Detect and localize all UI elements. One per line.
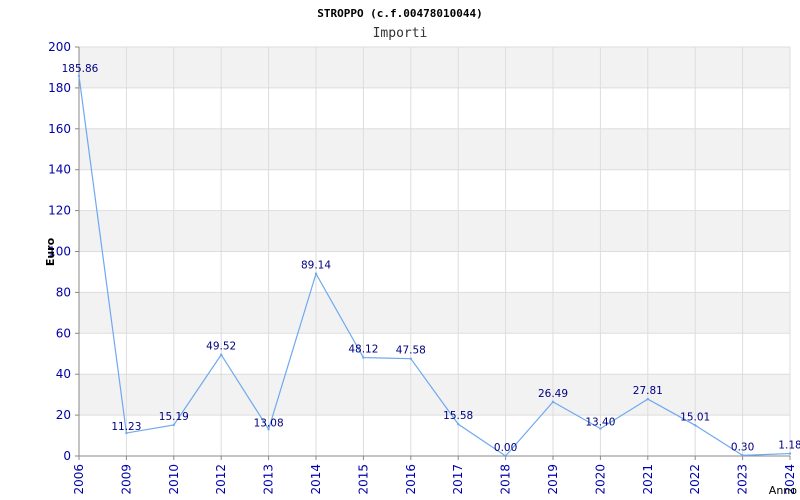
y-tick-label: 180 bbox=[48, 81, 71, 95]
line-chart: 020406080100120140160180200 2006 2009 2010… bbox=[44, 7, 800, 497]
grid-bands bbox=[79, 47, 790, 416]
x-tick-label: 2010 bbox=[167, 464, 181, 495]
y-axis-label: Euro bbox=[44, 237, 57, 266]
x-tick-label: 2013 bbox=[262, 464, 276, 495]
y-tick-label: 120 bbox=[48, 204, 71, 218]
x-tick-label: 2015 bbox=[356, 464, 370, 495]
data-label: 0.00 bbox=[494, 442, 517, 454]
data-label: 49.52 bbox=[206, 341, 236, 353]
chart-title: STROPPO (c.f.00478010044) bbox=[317, 7, 483, 20]
data-point bbox=[741, 454, 744, 457]
x-tick-label: 2019 bbox=[546, 464, 560, 495]
x-tick-label: 2023 bbox=[736, 464, 750, 495]
x-tick-label: 2014 bbox=[309, 464, 323, 495]
y-tick-label: 140 bbox=[48, 163, 71, 177]
data-point bbox=[646, 397, 649, 401]
y-tick-label: 60 bbox=[56, 326, 71, 340]
data-point bbox=[409, 357, 412, 360]
data-point bbox=[172, 423, 175, 427]
data-label: 185.86 bbox=[62, 63, 99, 75]
x-tick-label: 2018 bbox=[499, 464, 513, 495]
data-point bbox=[362, 356, 365, 359]
data-label: 15.19 bbox=[159, 411, 189, 423]
y-tick-label: 20 bbox=[56, 408, 71, 422]
x-tick-label: 2009 bbox=[119, 464, 133, 495]
chart-subtitle: Importi bbox=[373, 26, 428, 41]
data-label: 13.40 bbox=[585, 417, 615, 429]
x-tick-label: 2016 bbox=[404, 464, 418, 495]
data-point bbox=[551, 400, 555, 404]
data-point bbox=[77, 74, 81, 78]
data-point bbox=[457, 422, 460, 426]
x-tick-labels: 2006 2009 2010 2012 2013 2014 2015 2016 2017 2018… bbox=[72, 464, 797, 495]
grid-band bbox=[79, 374, 790, 416]
data-label: 15.01 bbox=[680, 411, 710, 423]
grid-band bbox=[79, 47, 790, 88]
y-tick-label: 80 bbox=[56, 285, 71, 299]
data-point bbox=[314, 272, 318, 275]
grid-band bbox=[79, 128, 790, 170]
data-label: 89.14 bbox=[301, 260, 331, 272]
data-label: 47.58 bbox=[396, 345, 426, 357]
data-point bbox=[220, 353, 223, 356]
data-point bbox=[694, 424, 697, 427]
grid-band bbox=[79, 210, 790, 252]
data-label: 11.23 bbox=[111, 421, 141, 433]
x-tick-label: 2021 bbox=[641, 464, 655, 495]
y-tick-label: 0 bbox=[63, 449, 71, 463]
x-tick-label: 2006 bbox=[72, 464, 86, 495]
data-label: 48.12 bbox=[348, 344, 378, 356]
y-tick-label: 160 bbox=[48, 122, 71, 136]
data-label: 0.30 bbox=[731, 441, 754, 453]
data-label: 26.49 bbox=[538, 388, 568, 400]
data-point bbox=[504, 454, 507, 458]
data-label: 27.81 bbox=[633, 385, 663, 397]
grid-band bbox=[79, 292, 790, 334]
x-tick-label: 2020 bbox=[593, 464, 607, 495]
y-tick-label: 200 bbox=[48, 40, 71, 54]
x-tick-label: 2012 bbox=[214, 464, 228, 495]
data-label: 1.18 bbox=[778, 440, 800, 452]
x-axis-label: Anno bbox=[769, 484, 797, 497]
x-tick-label: 2017 bbox=[451, 464, 465, 495]
data-point bbox=[788, 452, 792, 455]
data-label: 15.58 bbox=[443, 410, 473, 422]
y-tick-label: 40 bbox=[56, 367, 71, 381]
data-label: 13.08 bbox=[254, 417, 284, 429]
x-tick-label: 2022 bbox=[688, 464, 702, 495]
